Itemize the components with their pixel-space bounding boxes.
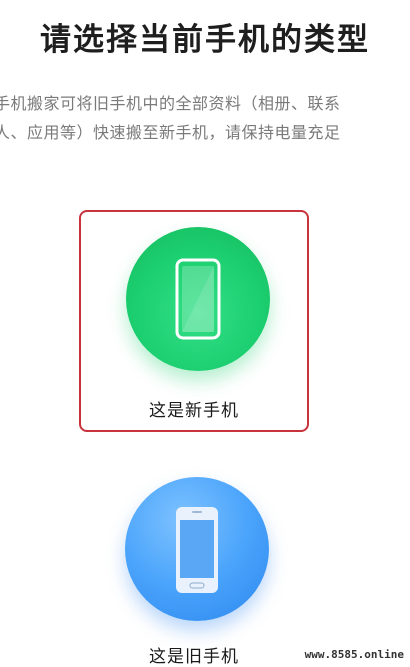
new-phone-option[interactable]: 这是新手机 [79, 210, 309, 432]
old-phone-label: 这是旧手机 [149, 647, 239, 667]
phone-icon [176, 507, 218, 593]
old-phone-option[interactable]: 这是旧手机 [79, 470, 309, 667]
description-line-1: 手机搬家可将旧手机中的全部资料（相册、联系 [0, 94, 341, 113]
new-phone-label: 这是新手机 [149, 401, 239, 421]
page-title: 请选择当前手机的类型 [40, 22, 370, 58]
new-phone-circle [126, 227, 270, 371]
watermark: www.8585.online [302, 648, 406, 661]
old-phone-circle [125, 477, 269, 621]
description-line-2: 人、应用等）快速搬至新手机，请保持电量充足 [0, 123, 341, 142]
phone-icon [175, 258, 221, 340]
